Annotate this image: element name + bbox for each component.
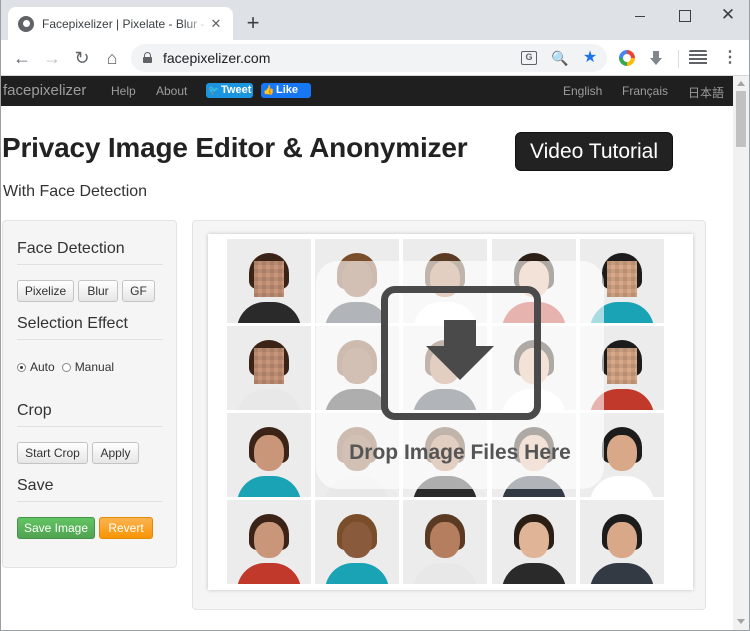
- facebook-like-button[interactable]: 👍 Like: [261, 83, 311, 98]
- tab-title: Facepixelizer | Pixelate - Blur - Anonym…: [42, 16, 208, 31]
- globe-icon: [18, 15, 34, 32]
- portrait-tile: [492, 500, 576, 584]
- new-tab-button[interactable]: +: [240, 11, 266, 37]
- tweet-label: Tweet: [221, 84, 252, 96]
- browser-tabstrip: Facepixelizer | Pixelate - Blur - Anonym…: [0, 0, 750, 40]
- save-title: Save: [17, 477, 54, 494]
- divider: [17, 426, 163, 427]
- drop-zone-label: Drop Image Files Here: [349, 441, 571, 464]
- portrait-tile: [227, 413, 311, 497]
- site-navbar: facepixelizer Help About 🐦 Tweet 👍 Like …: [0, 76, 733, 106]
- apply-crop-button[interactable]: Apply: [92, 442, 139, 464]
- scroll-down-arrow-icon[interactable]: [737, 619, 745, 624]
- divider: [17, 501, 163, 502]
- portrait-tile: [227, 500, 311, 584]
- address-bar[interactable]: facepixelizer.com G 🔍 ★: [131, 44, 607, 72]
- reload-icon[interactable]: ↻: [70, 46, 94, 70]
- minimize-button[interactable]: [620, 4, 660, 28]
- browser-tab[interactable]: Facepixelizer | Pixelate - Blur - Anonym…: [8, 7, 233, 40]
- scroll-up-arrow-icon[interactable]: [737, 81, 745, 86]
- tools-panel: Face Detection Pixelize Blur GF Selectio…: [2, 220, 177, 568]
- close-tab-icon[interactable]: ✕: [208, 16, 224, 32]
- lock-icon[interactable]: [143, 52, 152, 63]
- page-subtitle: With Face Detection: [3, 183, 148, 200]
- twitter-bird-icon: 🐦: [208, 85, 220, 95]
- selection-effect-title: Selection Effect: [17, 315, 128, 332]
- download-icon[interactable]: [648, 50, 664, 66]
- browser-menu-icon[interactable]: ⋮: [722, 50, 738, 66]
- editor-panel: Drop Image Files Here: [192, 220, 706, 610]
- tweet-button[interactable]: 🐦 Tweet: [206, 83, 253, 98]
- download-arrow-icon: [381, 286, 541, 420]
- pixelize-button[interactable]: Pixelize: [17, 280, 74, 302]
- page-title: Privacy Image Editor & Anonymizer: [2, 132, 468, 163]
- extension-chrome-icon[interactable]: [619, 50, 635, 66]
- language-english[interactable]: English: [563, 84, 602, 98]
- radio-auto[interactable]: [17, 362, 26, 372]
- portrait-tile: [580, 500, 664, 584]
- scrollbar-thumb[interactable]: [736, 91, 746, 147]
- start-crop-button[interactable]: Start Crop: [17, 442, 88, 464]
- bookmark-star-icon[interactable]: ★: [582, 50, 598, 66]
- radio-manual[interactable]: [61, 362, 71, 372]
- back-arrow-icon[interactable]: ←: [10, 46, 34, 70]
- portrait-tile: [227, 239, 311, 323]
- video-tutorial-button[interactable]: Video Tutorial: [515, 132, 673, 171]
- language-japanese[interactable]: 日本語: [688, 84, 724, 101]
- maximize-button[interactable]: [664, 4, 704, 28]
- nav-link-help[interactable]: Help: [111, 84, 136, 98]
- revert-button[interactable]: Revert: [99, 517, 153, 539]
- translate-icon[interactable]: G: [521, 51, 537, 65]
- radio-auto-label[interactable]: Auto: [30, 360, 55, 374]
- like-label: Like: [276, 84, 299, 96]
- nav-link-about[interactable]: About: [156, 84, 187, 98]
- browser-toolbar: ← → ↻ ⌂ facepixelizer.com G 🔍 ★ ⋮: [0, 40, 750, 76]
- thumbs-up-icon: 👍: [263, 85, 275, 95]
- gf-button[interactable]: GF: [122, 280, 155, 302]
- divider: [17, 264, 163, 265]
- divider: [17, 339, 163, 340]
- zoom-icon[interactable]: 🔍: [551, 50, 568, 66]
- portrait-tile: [403, 500, 487, 584]
- close-window-button[interactable]: ✕: [708, 4, 748, 28]
- toolbar-divider: [678, 50, 679, 68]
- profile-icon[interactable]: [689, 50, 707, 66]
- radio-manual-label[interactable]: Manual: [75, 360, 114, 374]
- blur-button[interactable]: Blur: [78, 280, 118, 302]
- page-scrollbar[interactable]: [733, 76, 749, 631]
- portrait-tile: [315, 500, 399, 584]
- image-canvas[interactable]: Drop Image Files Here: [208, 234, 693, 590]
- language-french[interactable]: Français: [622, 84, 668, 98]
- face-detection-title: Face Detection: [17, 240, 125, 257]
- selection-mode-group: Auto Manual: [17, 360, 121, 374]
- url-text[interactable]: facepixelizer.com: [163, 50, 270, 66]
- page-viewport: facepixelizer Help About 🐦 Tweet 👍 Like …: [0, 76, 733, 631]
- forward-arrow-icon[interactable]: →: [40, 46, 64, 70]
- site-brand[interactable]: facepixelizer: [3, 82, 86, 99]
- drop-zone[interactable]: Drop Image Files Here: [316, 261, 604, 489]
- portrait-tile: [227, 326, 311, 410]
- crop-title: Crop: [17, 402, 52, 419]
- save-image-button[interactable]: Save Image: [17, 517, 95, 539]
- home-icon[interactable]: ⌂: [100, 46, 124, 70]
